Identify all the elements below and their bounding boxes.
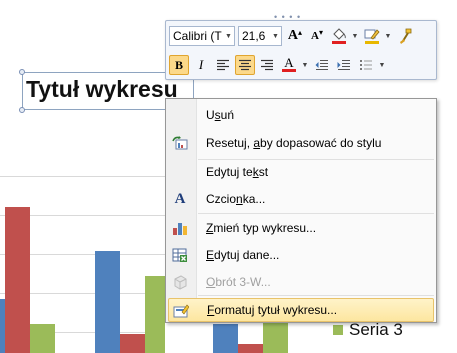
increase-indent-icon (337, 60, 350, 70)
resize-handle[interactable] (19, 69, 25, 75)
chevron-down-icon[interactable]: ▼ (301, 62, 309, 69)
menu-item-label: Obrót 3-W... (206, 275, 271, 289)
menu-item-label: Edytuj tekst (206, 165, 269, 179)
chevron-down-icon[interactable]: ▼ (223, 27, 234, 45)
toolbar-row-1: Calibri (T ▼ 21,6 ▼ A ▴ A ▾ ▼ ▼ (169, 24, 417, 48)
align-center-icon (239, 59, 251, 71)
bar-seria3-cat1 (30, 324, 55, 353)
menu-item-3d-rotation: Obrót 3-W... (168, 270, 434, 294)
chart-type-icon (171, 219, 189, 237)
reset-style-icon (171, 134, 189, 152)
chevron-down-icon[interactable]: ▼ (378, 62, 386, 69)
bar-seria1-cat2 (95, 251, 120, 353)
rotate-3d-icon (171, 273, 189, 291)
font-color-button[interactable]: A (279, 55, 299, 75)
align-left-icon (217, 59, 229, 71)
toolbar-row-2: B I A ▼ ▼ (169, 53, 389, 77)
italic-icon: I (198, 57, 204, 72)
align-left-button[interactable] (213, 55, 233, 75)
align-right-button[interactable] (257, 55, 277, 75)
font-color-swatch (282, 69, 296, 72)
legend-swatch (333, 325, 343, 335)
bar-seria2-cat2 (120, 334, 145, 353)
menu-item-font[interactable]: A Czcionka... (168, 187, 434, 211)
align-right-icon (261, 59, 273, 71)
menu-separator (198, 213, 434, 214)
chevron-down-icon[interactable]: ▼ (270, 27, 281, 45)
format-painter-button[interactable] (395, 26, 415, 46)
bar-seria3-cat2 (145, 276, 165, 353)
decrease-indent-icon (315, 60, 328, 70)
font-color-icon: A (284, 55, 294, 70)
menu-item-edit-data[interactable]: Edytuj dane... (168, 243, 434, 267)
italic-button[interactable]: I (191, 55, 211, 75)
bar-seria1-cat3 (213, 324, 238, 353)
font-icon: A (174, 190, 186, 207)
grow-font-button[interactable]: A ▴ (285, 26, 305, 46)
menu-item-format-chart-title[interactable]: Formatuj tytuł wykresu... (168, 298, 434, 322)
resize-handle[interactable] (19, 107, 25, 113)
bullets-button[interactable] (356, 55, 376, 75)
line-color-button[interactable] (362, 26, 382, 46)
menu-item-change-chart-type[interactable]: Zmień typ wykresu... (168, 216, 434, 240)
chevron-down-icon[interactable]: ▼ (351, 33, 359, 40)
font-size-value: 21,6 (242, 29, 266, 43)
legend-entry-seria-3: Seria 3 (333, 320, 403, 340)
edit-data-icon (171, 246, 189, 264)
bold-button[interactable]: B (169, 55, 189, 75)
paint-bucket-icon (332, 28, 346, 44)
menu-item-delete[interactable]: Usuń (168, 103, 434, 127)
mini-toolbar: • • • • Calibri (T ▼ 21,6 ▼ A ▴ A ▾ ▼ ▼ … (165, 12, 437, 80)
decrease-indent-button[interactable] (312, 55, 332, 75)
format-title-icon (172, 302, 190, 320)
menu-item-label: Resetuj, aby dopasować do stylu (206, 136, 382, 150)
font-name-value: Calibri (T (173, 29, 222, 43)
align-center-button[interactable] (235, 55, 255, 75)
fill-color-button[interactable] (329, 26, 349, 46)
menu-item-label: Formatuj tytuł wykresu... (207, 303, 338, 317)
menu-separator (198, 295, 434, 296)
shrink-font-button[interactable]: A ▾ (307, 26, 327, 46)
bar-seria2-cat1 (5, 207, 30, 353)
menu-item-label: Zmień typ wykresu... (206, 221, 317, 235)
menu-item-reset-style[interactable]: Resetuj, aby dopasować do stylu (168, 131, 434, 155)
bold-icon: B (174, 57, 183, 72)
format-painter-icon (400, 28, 412, 44)
pen-icon (364, 29, 380, 44)
font-size-combo[interactable]: 21,6 ▼ (238, 26, 282, 46)
legend-label: Seria 3 (349, 320, 403, 339)
menu-item-edit-text[interactable]: Edytuj tekst (168, 160, 434, 184)
bar-seria1-cat1 (0, 299, 5, 353)
chart-title[interactable]: Tytuł wykresu (26, 76, 178, 103)
menu-item-label: Edytuj dane... (206, 248, 280, 262)
menu-item-label: Czcionka... (206, 192, 266, 206)
increase-indent-button[interactable] (334, 55, 354, 75)
chevron-down-icon[interactable]: ▼ (384, 33, 392, 40)
font-name-combo[interactable]: Calibri (T ▼ (169, 26, 235, 46)
bar-seria2-cat3 (238, 344, 263, 353)
shrink-font-icon: A (311, 30, 319, 42)
toolbar-grip[interactable]: • • • • (274, 12, 301, 22)
bullet-list-icon (360, 60, 372, 70)
menu-item-label: Usuń (206, 108, 235, 122)
context-menu: Usuń Resetuj, aby dopasować do stylu Edy… (165, 98, 437, 323)
grow-font-icon: A (287, 28, 299, 43)
